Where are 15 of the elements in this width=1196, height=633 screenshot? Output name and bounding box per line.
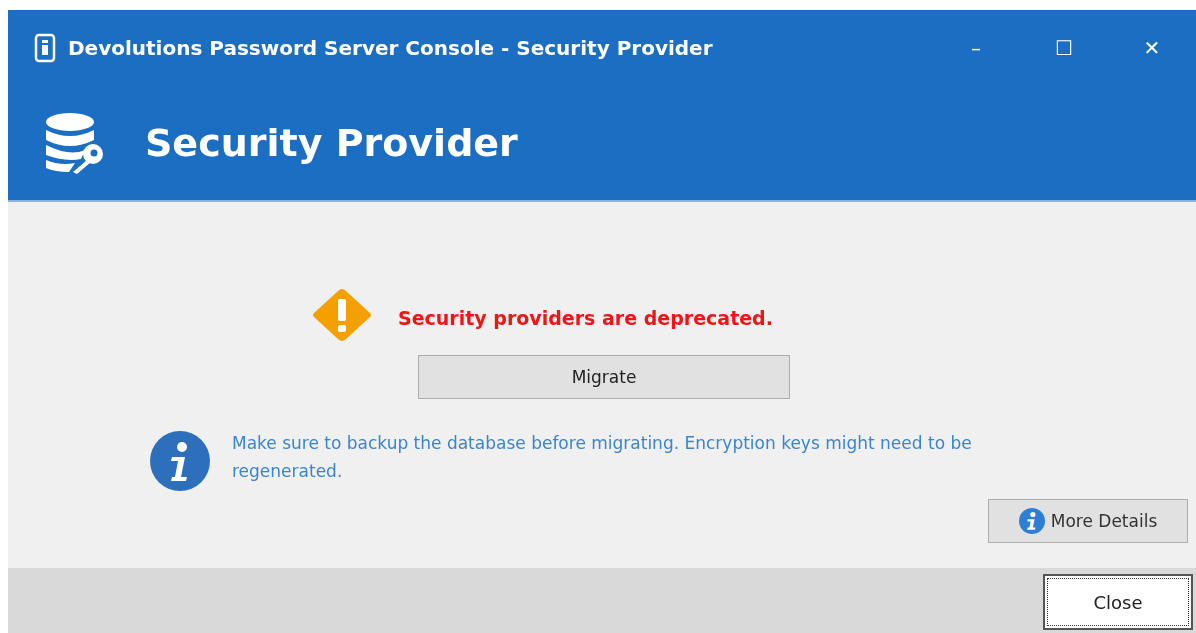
info-icon [1018, 508, 1045, 534]
info-icon [150, 431, 210, 491]
more-details-button[interactable]: More Details [988, 499, 1188, 543]
info-message: Make sure to backup the database before migrating. Encryption keys might need to be regenerated. [232, 432, 973, 483]
app-icon [34, 32, 56, 63]
close-window-button[interactable]: ✕ [1108, 35, 1196, 60]
header-title: Security Provider [145, 120, 518, 165]
warning-icon [310, 287, 374, 343]
maximize-button[interactable]: ☐ [1020, 35, 1108, 60]
migrate-button[interactable]: Migrate [418, 355, 790, 399]
database-key-icon [45, 111, 105, 174]
warning-message: Security providers are deprecated. [398, 307, 773, 329]
close-button[interactable]: Close [1043, 574, 1193, 630]
minimize-button[interactable]: – [932, 35, 1020, 60]
window-title: Devolutions Password Server Console - Security Provider [68, 35, 714, 60]
